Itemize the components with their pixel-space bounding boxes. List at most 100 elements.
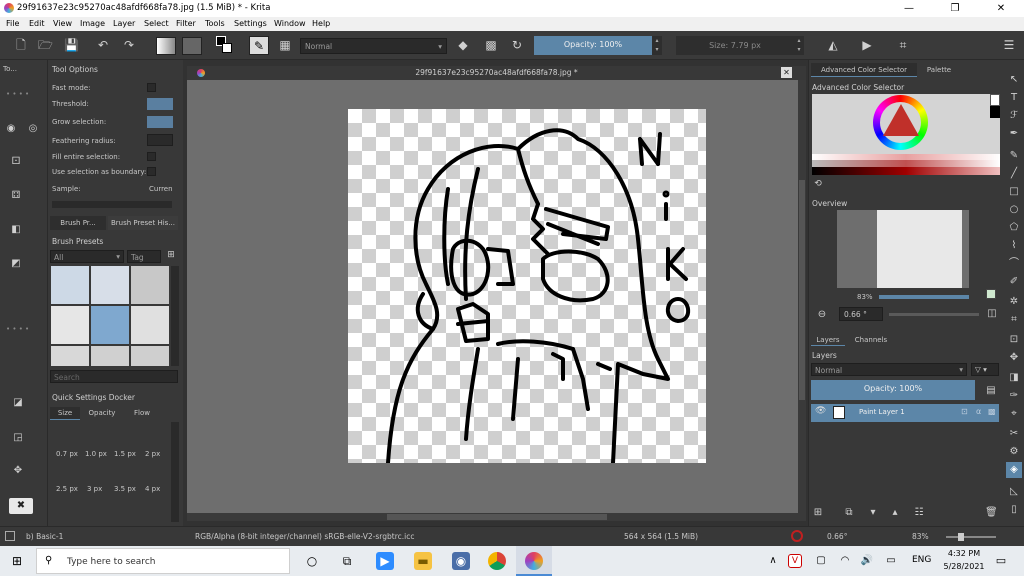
notification-icon[interactable]: ▭ (992, 552, 1010, 570)
fast-mode-checkbox[interactable] (147, 83, 156, 92)
grid-options-icon[interactable]: ▦ (278, 38, 292, 52)
input-language[interactable]: ENG (912, 555, 931, 565)
clock-date[interactable]: 5/28/2021 (940, 562, 988, 571)
overview-preview[interactable] (837, 210, 969, 288)
brush-tool-icon[interactable]: ✎ (1008, 150, 1020, 162)
shade-bar-2[interactable] (812, 160, 1000, 167)
close-window-button[interactable]: ✕ (978, 0, 1024, 17)
zoom-app-icon[interactable]: ▶ (376, 552, 394, 570)
brush-preset-tile[interactable] (51, 266, 89, 304)
smart-patch-icon[interactable]: ⌖ (1008, 408, 1020, 420)
tool-options-scrollbar[interactable] (52, 201, 172, 208)
tab-advanced-color-selector[interactable]: Advanced Color Selector (811, 63, 917, 77)
gradient-preset-icon[interactable] (156, 37, 176, 55)
size-preset-5[interactable]: 3 px (87, 485, 102, 493)
fill-entire-selection-checkbox[interactable] (147, 152, 156, 161)
zoom-slider[interactable] (946, 533, 996, 541)
zoom-slider-thumb[interactable] (958, 533, 964, 541)
size-preset-2[interactable]: 1.5 px (114, 450, 136, 458)
rotation-slider[interactable] (889, 313, 979, 316)
task-view-icon[interactable]: ⧉ (338, 552, 356, 570)
camera-app-icon[interactable]: ◉ (452, 552, 470, 570)
brush-preset-tile[interactable] (51, 346, 89, 366)
transform-tool-icon[interactable]: ◲ (12, 432, 24, 444)
move-layer-up-icon[interactable]: ▴ (889, 507, 901, 519)
rectangle-tool-icon[interactable]: □ (1008, 186, 1020, 198)
size-preset-1[interactable]: 1.0 px (85, 450, 107, 458)
vivaldi-tray-icon[interactable]: V (788, 554, 802, 568)
open-document-icon[interactable]: 🗁 (38, 38, 53, 52)
tab-flow[interactable]: Flow (124, 407, 160, 420)
layer-settings-icon[interactable]: ☷ (913, 507, 925, 519)
menu-help[interactable]: Help (312, 19, 330, 28)
alpha-inherit-icon[interactable]: α (976, 407, 981, 416)
canvas-scroll-thumb[interactable] (387, 514, 607, 520)
taskbar-search-box[interactable]: ⚲ Type here to search (36, 548, 290, 574)
eraser-icon[interactable]: ◆ (456, 38, 470, 52)
menu-file[interactable]: File (6, 19, 19, 28)
krita-taskbar-button[interactable] (516, 546, 552, 576)
background-swatch[interactable] (990, 106, 1000, 118)
size-preset-0[interactable]: 0.7 px (56, 450, 78, 458)
redo-icon[interactable]: ↷ (122, 38, 136, 52)
wrap-around-icon[interactable]: ⌗ (896, 38, 910, 52)
layer-opacity-slider[interactable]: Opacity: 100% (811, 380, 975, 400)
reference-icon[interactable]: ▯ (1008, 504, 1020, 516)
size-preset-7[interactable]: 4 px (145, 485, 160, 493)
tab-brush-preset-history[interactable]: Brush Preset His... (108, 216, 178, 230)
brush-preset-tile[interactable] (91, 346, 129, 366)
brush-preset-icon[interactable]: ✎ (249, 36, 269, 55)
docker-menu-icon[interactable]: ☰ (1002, 38, 1016, 52)
size-preset-3[interactable]: 2 px (145, 450, 160, 458)
new-document-icon[interactable]: 🗋 (14, 38, 28, 52)
battery-icon[interactable]: ▭ (882, 552, 900, 570)
sample-select[interactable]: Curren (149, 185, 173, 193)
layer-blend-mode-select[interactable]: Normal ▾ (811, 363, 967, 376)
line-tool-icon[interactable]: ╱ (1008, 168, 1020, 180)
layer-lock-icon[interactable]: ⊡ (961, 407, 968, 416)
add-layer-icon[interactable]: ⊞ (812, 507, 824, 519)
color-picker-icon[interactable]: ✑ (1008, 390, 1020, 402)
fill-tool-icon[interactable]: ◈ (1006, 462, 1022, 478)
canvas-horizontal-scrollbar[interactable] (187, 513, 806, 521)
brush-preset-tile[interactable] (91, 266, 129, 304)
delete-layer-icon[interactable]: 🗑 (985, 507, 998, 519)
size-preset-4[interactable]: 2.5 px (56, 485, 78, 493)
text-tool-icon[interactable]: T (1008, 92, 1020, 104)
duplicate-layer-icon[interactable]: ⧉ (843, 507, 855, 519)
tray-app-icon[interactable]: ▢ (812, 552, 830, 570)
freehand-path-icon[interactable]: ✐ (1008, 276, 1020, 288)
brush-view-menu-icon[interactable]: ⊞ (164, 250, 178, 263)
pattern-preset-icon[interactable] (182, 37, 202, 55)
menu-view[interactable]: View (53, 19, 72, 28)
move-icon[interactable]: ✥ (1008, 352, 1020, 364)
polyline-tool-icon[interactable]: ⌇ (1008, 240, 1020, 252)
maximize-button[interactable]: ❐ (932, 0, 978, 17)
threshold-slider[interactable] (147, 98, 173, 110)
grow-selection-slider[interactable] (147, 116, 173, 128)
size-slider[interactable]: Size: 7.79 px (676, 36, 794, 55)
alpha-lock-icon[interactable]: ▩ (484, 38, 498, 52)
layer-filter-button[interactable]: ▽ ▾ (971, 363, 999, 376)
brush-filter-select[interactable]: All ▾ (50, 250, 124, 263)
menu-tools[interactable]: Tools (205, 19, 225, 28)
show-hidden-icons[interactable]: ∧ (764, 552, 782, 570)
minimize-button[interactable]: — (886, 0, 932, 17)
layer-properties-icon[interactable]: ▤ (985, 385, 997, 397)
size-spinner[interactable]: ▴ ▾ (794, 36, 804, 55)
menu-settings[interactable]: Settings (234, 19, 267, 28)
brush-search-input[interactable]: Search (50, 370, 178, 383)
volume-icon[interactable]: 🔊 (858, 552, 876, 570)
document-tab[interactable]: 29f91637e23c95270ac48afdf668fa78.jpg * ✕ (187, 66, 806, 80)
menu-layer[interactable]: Layer (113, 19, 135, 28)
brush-preset-tile[interactable] (131, 346, 169, 366)
tab-channels[interactable]: Channels (851, 334, 891, 346)
menu-image[interactable]: Image (80, 19, 105, 28)
bezier-tool-icon[interactable]: ⌒ (1008, 258, 1020, 270)
size-preset-6[interactable]: 3.5 px (114, 485, 136, 493)
tab-opacity[interactable]: Opacity (84, 407, 120, 420)
foreground-swatch[interactable] (990, 94, 1000, 106)
select-shape-tool-icon[interactable]: ◩ (10, 258, 22, 270)
wifi-icon[interactable]: ◠ (836, 552, 854, 570)
canvas-vertical-scrollbar[interactable] (798, 80, 806, 513)
